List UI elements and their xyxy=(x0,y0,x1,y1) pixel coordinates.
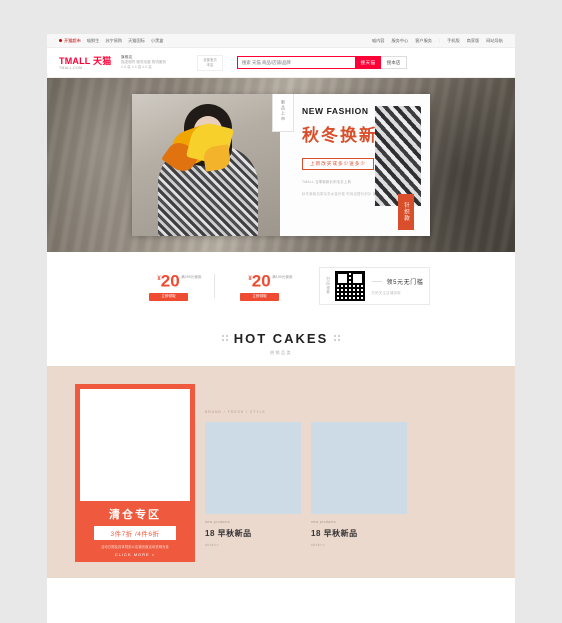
clearance-title: 清仓专区 xyxy=(109,509,161,521)
logo-text: TMALL 天猫 xyxy=(59,55,112,66)
product-right-column: BRAND / FRESH / STYLE new products 18 早秋… xyxy=(205,384,487,560)
hero-model-photo xyxy=(132,94,280,236)
clearance-note: 活动日期及具体规则以店铺页面活动说明为准 xyxy=(101,545,169,549)
topbar-link-2[interactable]: 苏宁易购 xyxy=(105,38,122,44)
product-subtitle-en: new products xyxy=(205,520,230,524)
topbar-left-links: 开猫超市 喵鲜生 苏宁易购 天猫国际 小黑盒 xyxy=(59,38,163,44)
topbar-link-3[interactable]: 天猫国际 xyxy=(128,38,145,44)
hot-cakes-subtitle: 热销品类 xyxy=(270,349,292,355)
dots-ornament-icon xyxy=(334,335,340,341)
hero-ribbon: 新品上市 xyxy=(272,94,294,132)
qr-sub-label: 扫码关注店铺领取 xyxy=(371,291,402,295)
product-card[interactable]: new products 18 早秋新品 click>> xyxy=(205,422,301,547)
product-cards: new products 18 早秋新品 click>> new product… xyxy=(205,422,487,547)
product-image-placeholder xyxy=(205,422,301,514)
topbar-right-3[interactable]: 手机版 xyxy=(447,38,460,44)
search-store-button[interactable]: 搜本店 xyxy=(381,56,407,69)
shop-scores: 4.8 高 4.8 高 4.8 高 xyxy=(121,65,152,69)
product-subtitle-en: new products xyxy=(311,520,336,524)
dash-icon xyxy=(371,281,382,282)
topbar-right-4[interactable]: 商家版 xyxy=(467,38,480,44)
coupon-condition: 满199元使用 xyxy=(272,275,293,279)
coupon-strip: ¥20 满299元使用 立即领取 ¥20 满199元使用 立即领取 扫码领券 领… xyxy=(47,252,515,320)
bullet-icon xyxy=(59,38,62,42)
product-click-link[interactable]: click>> xyxy=(205,543,301,547)
topbar-divider: | xyxy=(438,38,441,43)
topbar-right-links: 喵内容 服务中心 客户服务 | 手机版 商家版 网站导航 xyxy=(372,38,503,44)
product-title: 18 早秋新品 xyxy=(311,529,358,538)
hot-cakes-title: HOT CAKES xyxy=(233,330,329,346)
logo-subtext: TMALL.COM xyxy=(59,65,83,70)
clearance-discount-pill: 3件7折 /4件6折 xyxy=(94,526,176,540)
search-area: 搜索 天猫 商品/店铺/品牌 搜天猫 搜本店 xyxy=(237,56,407,69)
coupon-claim-button[interactable]: 立即领取 xyxy=(149,292,188,301)
product-card-body: new products 18 早秋新品 click>> xyxy=(205,514,301,547)
topbar-link-1[interactable]: 喵鲜生 xyxy=(87,38,100,44)
products-section: 清仓专区 3件7折 /4件6折 活动日期及具体规则以店铺页面活动说明为准 CLI… xyxy=(47,366,515,578)
coupon-card[interactable]: ¥20 满299元使用 立即领取 xyxy=(132,268,206,304)
product-image-placeholder xyxy=(311,422,407,514)
hero-banner[interactable]: 新品上市 NEW FASHION 秋冬换新 上新改买或多少送多少 TMALL 当… xyxy=(47,78,515,252)
category-selector[interactable]: 全部宝贝 本店 xyxy=(197,54,223,71)
dots-ornament-icon xyxy=(222,335,228,341)
topbar-link-0[interactable]: 开猫超市 xyxy=(59,38,81,44)
product-card[interactable]: new products 18 早秋新品 click>> xyxy=(311,422,407,547)
coupon-amount: ¥20 xyxy=(157,271,179,290)
coupon-value: 20 xyxy=(251,271,271,291)
product-card-body: new products 18 早秋新品 click>> xyxy=(311,514,407,547)
tmall-logo[interactable]: TMALL 天猫 TMALL.COM xyxy=(59,56,115,70)
coupon-divider xyxy=(213,274,215,298)
top-navigation-bar: 开猫超市 喵鲜生 苏宁易购 天猫国际 小黑盒 喵内容 服务中心 客户服务 | 手… xyxy=(47,34,515,48)
hero-fabric-swatch xyxy=(375,106,421,206)
clearance-image-placeholder xyxy=(80,389,190,501)
coupon-card[interactable]: ¥20 满199元使用 立即领取 xyxy=(223,268,297,304)
qr-text: 领5元无门槛 扫码关注店铺领取 xyxy=(371,277,424,295)
shop-info: 旗舰店 描述相符 服务态度 物流服务 4.8 高 4.8 高 4.8 高 xyxy=(121,55,191,70)
qr-coupon-box[interactable]: 扫码领券 领5元无门槛 扫码关注店铺领取 xyxy=(318,267,431,305)
qr-code-icon xyxy=(334,271,365,301)
hero-swatch-label: 针织款 xyxy=(398,194,414,230)
coupon-amount: ¥20 xyxy=(248,271,270,290)
search-tmall-button[interactable]: 搜天猫 xyxy=(355,56,381,69)
category-line2: 本店 xyxy=(206,62,214,67)
product-click-link[interactable]: click>> xyxy=(311,543,407,547)
topbar-right-5[interactable]: 网站导航 xyxy=(486,38,503,44)
qr-main-label: 领5元无门槛 xyxy=(386,280,424,286)
qr-main-line: 领5元无门槛 xyxy=(371,277,424,286)
topbar-right-0[interactable]: 喵内容 xyxy=(372,38,385,44)
store-header: TMALL 天猫 TMALL.COM 旗舰店 描述相符 服务态度 物流服务 4.… xyxy=(47,48,515,78)
coupon-claim-button[interactable]: 立即领取 xyxy=(240,292,279,301)
hot-cakes-section: HOT CAKES 热销品类 xyxy=(47,320,515,366)
topbar-right-2[interactable]: 客户服务 xyxy=(415,38,432,44)
tmall-store-page: 开猫超市 喵鲜生 苏宁易购 天猫国际 小黑盒 喵内容 服务中心 客户服务 | 手… xyxy=(47,34,515,623)
clearance-card[interactable]: 清仓专区 3件7折 /4件6折 活动日期及具体规则以店铺页面活动说明为准 CLI… xyxy=(75,384,195,562)
topbar-right-1[interactable]: 服务中心 xyxy=(391,38,408,44)
clearance-more-link[interactable]: CLICK MORE > xyxy=(80,552,190,557)
breadcrumb: BRAND / FRESH / STYLE xyxy=(205,410,266,414)
coupon-value: 20 xyxy=(160,271,180,291)
hero-text-panel: 新品上市 NEW FASHION 秋冬换新 上新改买或多少送多少 TMALL 当… xyxy=(272,94,430,236)
topbar-link-4[interactable]: 小黑盒 xyxy=(151,38,164,44)
coupon-condition: 满299元使用 xyxy=(181,275,202,279)
hero-card: 新品上市 NEW FASHION 秋冬换新 上新改买或多少送多少 TMALL 当… xyxy=(132,94,430,236)
search-input[interactable]: 搜索 天猫 商品/店铺/品牌 xyxy=(237,56,355,69)
hot-cakes-title-row: HOT CAKES xyxy=(222,331,340,346)
qr-side-label: 扫码领券 xyxy=(325,277,330,295)
hero-sub-pill: 上新改买或多少送多少 xyxy=(302,158,374,170)
product-title: 18 早秋新品 xyxy=(205,529,252,538)
